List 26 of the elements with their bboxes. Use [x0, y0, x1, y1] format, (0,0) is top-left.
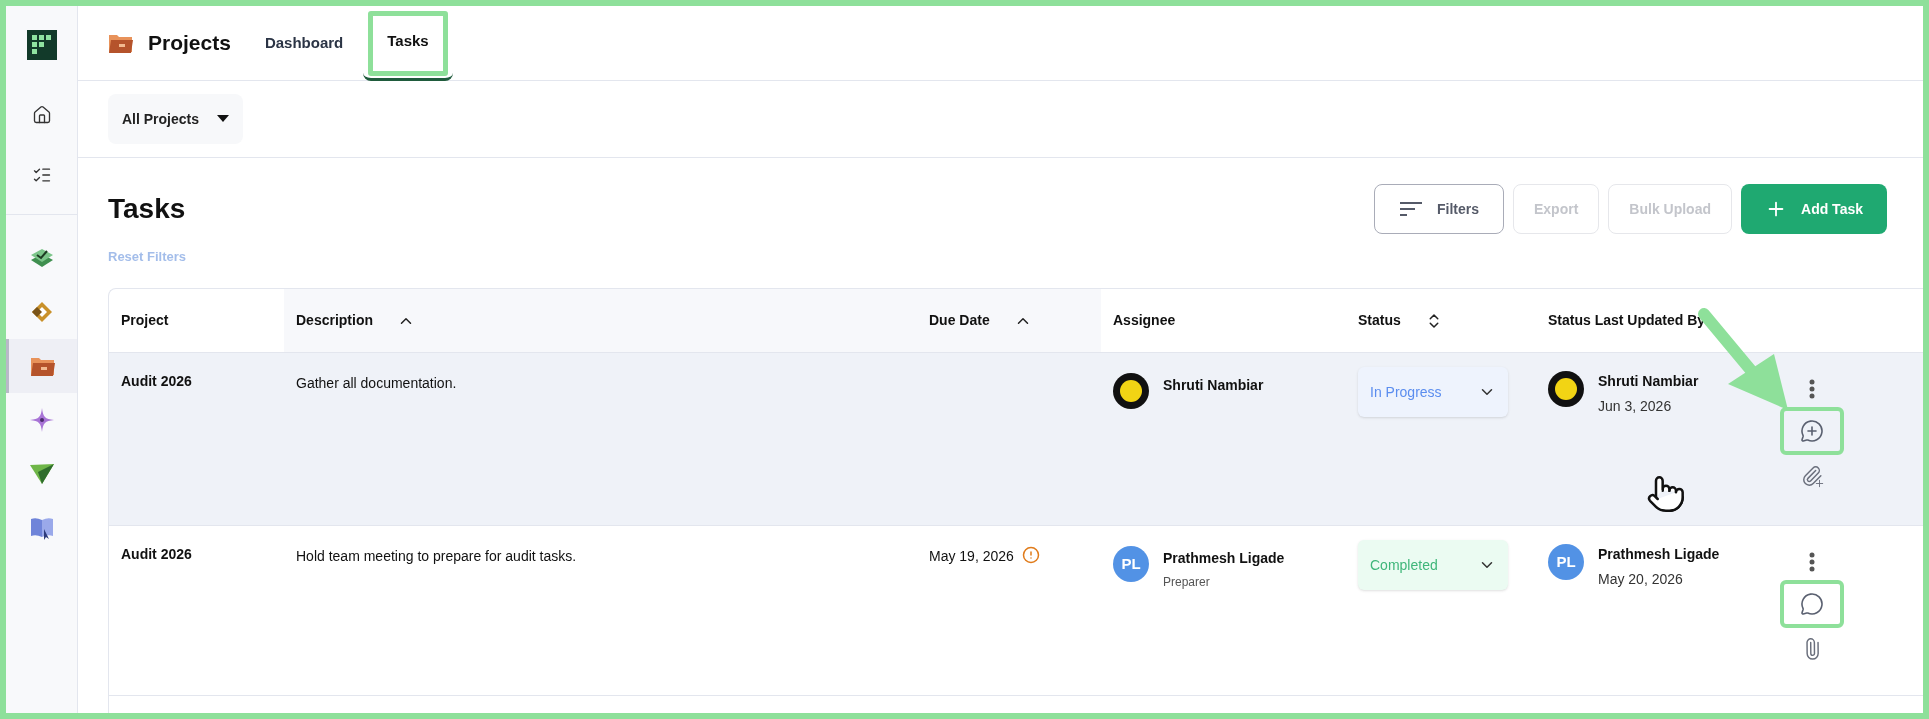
table-cell: Gather all documentation. — [296, 375, 457, 391]
table-row[interactable]: Audit 2026 Gather all documentation. Shruti Nambiar In Progress Shruti Nambiar Jun 3, 2026 — [109, 353, 1923, 526]
avatar: PL — [1113, 546, 1149, 582]
column-header: Project — [121, 311, 169, 330]
table-cell-text: May 19, 2026 — [929, 547, 1014, 566]
column-header: Description — [296, 311, 373, 330]
tab[interactable]: Dashboard — [258, 6, 350, 81]
page-header-title: Projects — [148, 30, 231, 57]
update-date: May 20, 2026 — [1598, 570, 1684, 589]
updater-name: Shruti Nambiar — [1598, 372, 1699, 391]
table-cell: Audit 2026 — [121, 373, 192, 389]
column-header: Due Date — [929, 311, 990, 330]
page-title: Tasks — [108, 192, 186, 226]
table-cell: Audit 2026 — [121, 546, 192, 562]
updater-name: Prathmesh Ligade — [1598, 545, 1720, 564]
assignee-name: Prathmesh Ligade — [1163, 549, 1285, 568]
assignee-role: Preparer — [1163, 574, 1211, 591]
table-cell: Hold team meeting to prepare for audit tasks. — [296, 548, 577, 564]
column-header: Status — [1358, 311, 1401, 330]
project-dropdown[interactable]: All Projects — [108, 94, 244, 144]
tab[interactable]: Tasks — [363, 6, 453, 81]
assignee-name: Shruti Nambiar — [1163, 376, 1264, 395]
filters-button[interactable]: Filters — [1374, 184, 1504, 234]
avatar: PL — [1548, 544, 1584, 580]
column-header: Assignee — [1113, 311, 1176, 330]
update-date: Jun 3, 2026 — [1598, 397, 1673, 416]
